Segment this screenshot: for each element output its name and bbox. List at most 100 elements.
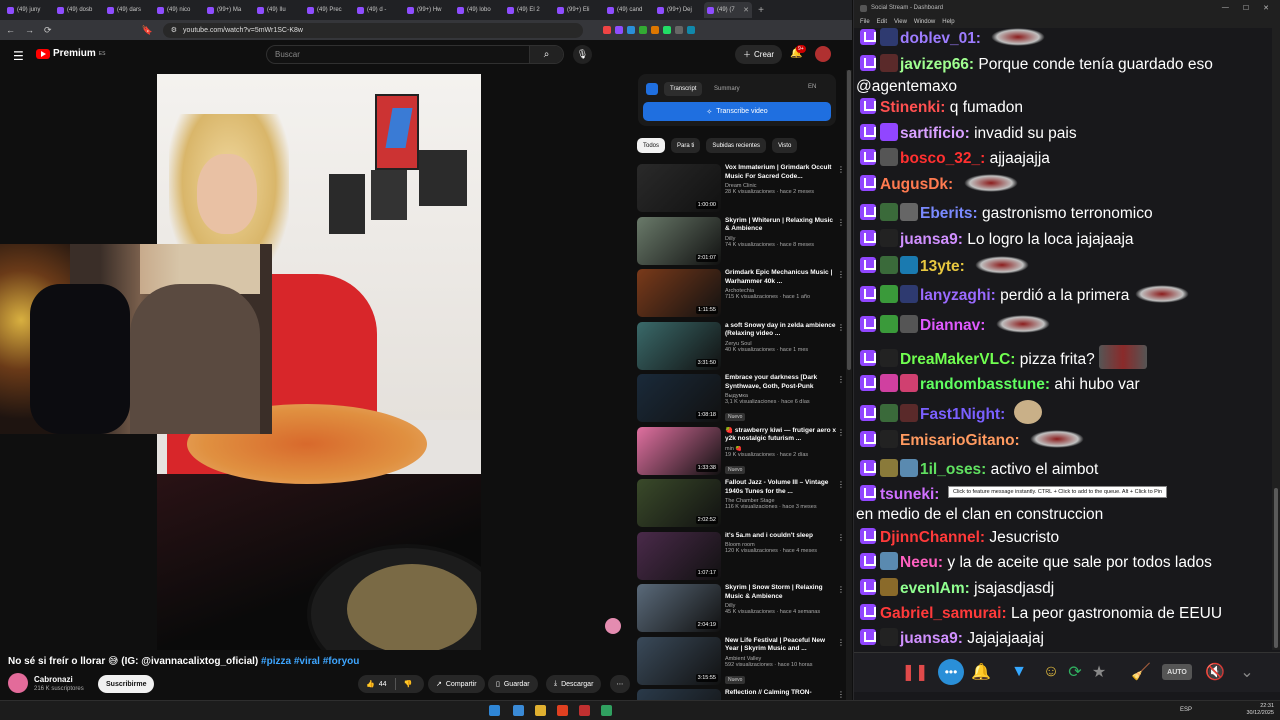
more-icon[interactable]: ⋮ (837, 165, 845, 174)
close-icon[interactable]: ✕ (743, 6, 749, 14)
browser-tab[interactable]: (49) El 2 (504, 2, 552, 18)
chat-username[interactable]: lanyzaghi: (920, 287, 996, 304)
chat-message[interactable]: evenIAm: jsajasdjasdj (860, 578, 1054, 599)
like-count[interactable]: 44 (379, 681, 387, 688)
search-button[interactable]: ⌕ (529, 46, 563, 63)
recommendation-item[interactable]: 1:33:38 🍓 strawberry kiwi — frutiger aero… (637, 426, 845, 478)
chat-username[interactable]: DreaMakerVLC: (900, 351, 1015, 368)
video-title[interactable]: Skyrim | Snow Storm | Relaxing Music & A… (725, 584, 837, 601)
recommendation-item[interactable]: 1:08:18 Embrace your darkness [Dark Synth… (637, 374, 845, 425)
browser-tab[interactable]: (49) d - (354, 2, 402, 18)
transcribe-video-button[interactable]: ✧ Transcribe video (643, 102, 831, 121)
chat-message[interactable]: DjinnChannel: Jesucristo (860, 527, 1059, 548)
chat-username[interactable]: Eberits: (920, 205, 978, 222)
chat-username[interactable]: javizep66: (900, 56, 974, 73)
chat-message[interactable]: EmisarioGitano: (860, 430, 1085, 451)
create-button[interactable]: ＋ Crear (735, 45, 783, 64)
youtube-logo[interactable]: Premium ES (36, 48, 105, 59)
chat-username[interactable]: Stinenki: (880, 99, 945, 116)
account-avatar[interactable] (815, 46, 831, 62)
video-hashtags[interactable]: #pizza #viral #foryou (261, 656, 359, 667)
download-button[interactable]: ⤓ Descargar (546, 675, 602, 693)
video-title[interactable]: Fallout Jazz - Volume III – Vintage 1940… (725, 479, 837, 496)
maximize-icon[interactable]: ☐ (1243, 4, 1249, 12)
video-title[interactable]: Skyrim | Whiterun | Relaxing Music & Amb… (725, 217, 837, 234)
chat-message[interactable]: juansa9: Jajajajaajaj (860, 628, 1044, 649)
video-title[interactable]: a soft Snowy day in zelda ambience (Rela… (725, 322, 837, 339)
chat-message[interactable]: Neeu: y la de aceite que sale por todos … (860, 552, 1212, 573)
extension-icon[interactable] (650, 26, 659, 34)
browser-tab[interactable]: (49) Ilu (254, 2, 302, 18)
video-thumbnail[interactable]: 2:02:52 (637, 479, 721, 527)
back-icon[interactable]: ← (6, 25, 15, 35)
more-icon[interactable]: ⋮ (837, 585, 845, 594)
chat-username[interactable]: sartificio: (900, 125, 970, 142)
tab-summary[interactable]: Summary (708, 82, 746, 96)
recommendation-item[interactable]: 3:31:50 a soft Snowy day in zelda ambienc… (637, 321, 845, 373)
chat-username[interactable]: 1il_oses: (920, 461, 986, 478)
floating-avatar[interactable] (605, 618, 621, 634)
chat-scrollbar[interactable] (1272, 28, 1280, 650)
chat-message[interactable]: juansa9: Lo logro la loca jajajaaja (860, 229, 1134, 250)
url-field[interactable]: ⚙ youtube.com/watch?v=5mWr1SC-K8w (162, 22, 583, 38)
chat-username[interactable]: Neeu: (900, 554, 943, 571)
star-icon[interactable]: ★ (1088, 661, 1110, 683)
extension-icon[interactable] (674, 26, 683, 34)
chat-message[interactable]: tsuneki: (860, 484, 939, 505)
extension-icon[interactable] (638, 26, 647, 34)
video-thumbnail[interactable]: 1:07:17 (637, 531, 721, 580)
app-icon[interactable] (601, 705, 612, 716)
chat-username[interactable]: juansa9: (900, 630, 963, 647)
menu-edit[interactable]: Edit (877, 19, 887, 25)
like-icon[interactable]: 👍 (366, 680, 375, 688)
video-title[interactable]: 🍓 strawberry kiwi — frutiger aero x y2k … (725, 427, 837, 444)
refresh-icon[interactable]: ⟳ (1064, 661, 1086, 683)
system-clock[interactable]: 22:31 30/12/2025 (1246, 703, 1274, 717)
video-thumbnail[interactable]: 2:01:07 (637, 216, 721, 265)
chat-message[interactable]: @agentemaxo (856, 76, 957, 97)
chip-subidas-recientes[interactable]: Subidas recientes (706, 138, 767, 153)
video-title[interactable]: Embrace your darkness [Dark Synthwave, G… (725, 374, 837, 391)
filter-icon[interactable]: ▼ (1008, 661, 1030, 683)
chat-message[interactable]: 1il_oses: activo el aimbot (860, 459, 1098, 480)
more-icon[interactable]: ⋮ (837, 323, 845, 332)
menu-view[interactable]: View (894, 19, 907, 25)
browser-tab[interactable]: (99+) Eli (554, 2, 602, 18)
chat-message[interactable]: doblev_01: (860, 28, 1046, 49)
extension-icon[interactable] (602, 26, 611, 34)
recommendation-item[interactable]: 1:07:17 it's 5a.m and i couldn't sleep Blo… (637, 531, 845, 583)
scrollbar-thumb[interactable] (1274, 488, 1278, 648)
close-icon[interactable]: ✕ (1263, 4, 1269, 12)
browser-tab[interactable]: (49) lobo (454, 2, 502, 18)
scroll-down-icon[interactable]: ⌄ (1236, 661, 1258, 683)
mute-icon[interactable]: 🔇 (1204, 661, 1226, 683)
language-indicator[interactable]: ESP (1180, 707, 1192, 713)
menu-file[interactable]: File (860, 19, 870, 25)
video-title[interactable]: it's 5a.m and i couldn't sleep (725, 532, 837, 541)
app-icon[interactable] (579, 705, 590, 716)
chat-username[interactable]: doblev_01: (900, 30, 981, 47)
chat-message[interactable]: AugusDk: (860, 174, 1018, 195)
recommendation-item[interactable]: 2:04:19 Skyrim | Snow Storm | Relaxing Mu… (637, 584, 845, 635)
file-explorer-icon[interactable] (535, 705, 546, 716)
chat-username[interactable]: AugusDk: (880, 176, 953, 193)
video-thumbnail[interactable]: 1:11:55 (637, 269, 721, 317)
video-thumbnail[interactable]: 3:15:55 (637, 636, 721, 685)
chat-message[interactable]: Fast1Night: (860, 400, 1042, 425)
auto-toggle[interactable]: AUTO (1162, 664, 1192, 680)
chip-todos[interactable]: Todos (637, 138, 666, 153)
channel-avatar[interactable] (8, 673, 28, 693)
extension-icon[interactable] (614, 26, 623, 34)
more-actions-button[interactable]: ⋯ (610, 675, 630, 693)
forward-icon[interactable]: → (25, 25, 34, 35)
video-thumbnail[interactable]: 1:33:38 (637, 426, 721, 475)
recommendation-item[interactable]: 2:01:07 Skyrim | Whiterun | Relaxing Musi… (637, 216, 845, 268)
subscribe-button[interactable]: Suscribirme (98, 675, 155, 693)
save-button[interactable]: ▯ Guardar (488, 675, 538, 693)
chat-username[interactable]: evenIAm: (900, 580, 970, 597)
windows-start-icon[interactable] (489, 705, 500, 716)
minimize-icon[interactable]: — (1222, 4, 1229, 12)
chat-username[interactable]: Fast1Night: (920, 406, 1005, 423)
chat-username[interactable]: Gabriel_samurai: (880, 605, 1007, 622)
broom-icon[interactable]: 🧹 (1130, 661, 1152, 683)
